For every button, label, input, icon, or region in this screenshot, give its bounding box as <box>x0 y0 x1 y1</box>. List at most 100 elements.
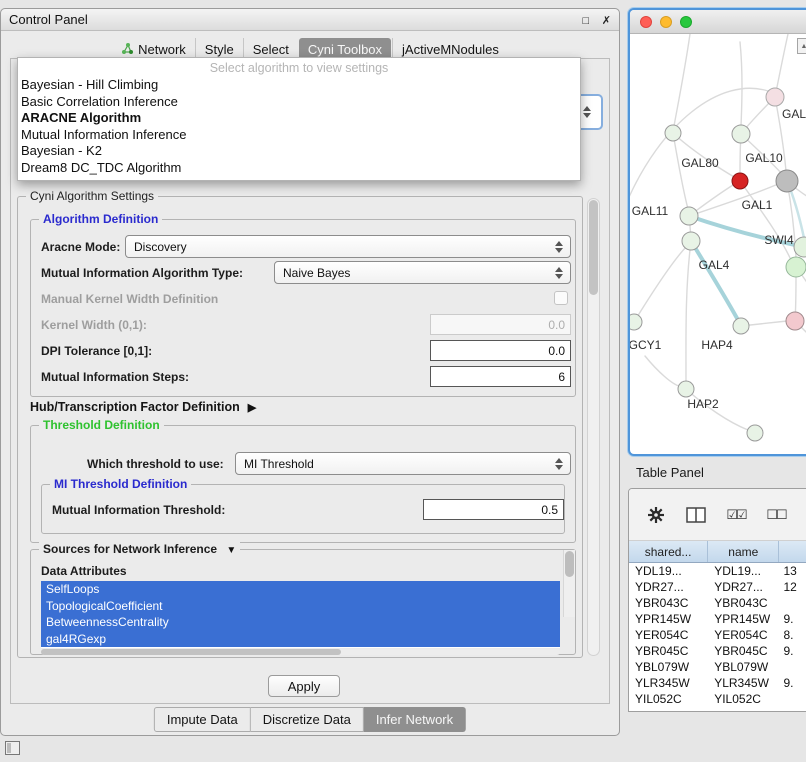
tab-impute-data[interactable]: Impute Data <box>154 707 251 732</box>
network-edge[interactable] <box>630 88 768 204</box>
attribute-betweennesscentrality[interactable]: BetweennessCentrality <box>41 614 560 631</box>
column-header-shared[interactable]: shared... <box>629 541 708 562</box>
mi-algorithm-type-select[interactable]: Naive Bayes <box>274 261 571 284</box>
attribute-gal4rgexp[interactable]: gal4RGexp <box>41 631 560 648</box>
table-cell: 9. <box>779 643 806 659</box>
apply-button[interactable]: Apply <box>268 675 340 697</box>
network-node[interactable] <box>630 314 642 330</box>
close-traffic-light[interactable] <box>640 16 652 28</box>
attribute-list-scrollbar[interactable] <box>563 550 575 617</box>
tab-label: Network <box>138 42 186 57</box>
manual-kernel-checkbox[interactable] <box>554 291 568 305</box>
network-node[interactable] <box>732 173 748 189</box>
sources-title: Sources for Network Inference <box>43 542 217 556</box>
attribute-selfloops[interactable]: SelfLoops <box>41 581 560 598</box>
mi-threshold-input[interactable] <box>423 499 564 520</box>
hub-definition-expander[interactable]: Hub/Transcription Factor Definition ▶ <box>30 400 256 414</box>
network-node[interactable] <box>680 207 698 225</box>
table-row[interactable]: YER054CYER054C8. <box>629 627 806 643</box>
table-cell: YLR345W <box>629 675 708 691</box>
network-edge[interactable] <box>645 356 679 386</box>
network-node[interactable] <box>786 257 806 277</box>
select-all-rows-button[interactable]: ☑☑ <box>723 502 749 528</box>
network-node[interactable] <box>678 381 694 397</box>
network-node[interactable] <box>682 232 700 250</box>
network-window-titlebar[interactable] <box>630 10 806 34</box>
network-edge[interactable] <box>674 34 690 126</box>
network-node[interactable] <box>766 88 784 106</box>
threshold-definition-title: Threshold Definition <box>39 418 164 432</box>
algorithm-dropdown-menu: Select algorithm to view settings Bayesi… <box>17 57 581 181</box>
data-attributes-label: Data Attributes <box>41 564 127 578</box>
attribute-topologicalcoefficient[interactable]: TopologicalCoefficient <box>41 598 560 615</box>
mi-steps-input[interactable] <box>430 366 571 387</box>
table-cell: YBR045C <box>629 643 708 659</box>
window-buttons: □ ✗ <box>574 12 612 27</box>
menu-item-aracne-algorithm[interactable]: ARACNE Algorithm <box>18 110 580 127</box>
table-cell: YBR045C <box>708 643 779 659</box>
network-canvas[interactable]: GAL80GAL10GAL11GAL1SWI4GAL4GCY1HAP4HAP2G… <box>630 34 806 454</box>
table-row[interactable]: YDL19...YDL19...13 <box>629 563 806 579</box>
attribute-list-hscrollbar[interactable] <box>41 649 560 655</box>
table-cell: YDR27... <box>708 579 779 595</box>
aracne-mode-select[interactable]: Discovery <box>125 235 571 258</box>
control-panel-window: Control Panel □ ✗ NetworkStyleSelectCyni… <box>0 8 620 736</box>
menu-item-bayesian-k2[interactable]: Bayesian - K2 <box>18 143 580 160</box>
updown-arrows-icon <box>583 106 592 118</box>
which-threshold-select[interactable]: MI Threshold <box>235 452 571 475</box>
dpi-tolerance-input[interactable] <box>430 340 571 361</box>
kernel-width-label: Kernel Width (0,1): <box>41 318 147 332</box>
network-edge[interactable] <box>740 42 742 126</box>
network-node[interactable] <box>733 318 749 334</box>
node-label: HAP2 <box>687 397 719 411</box>
network-icon <box>121 43 138 55</box>
close-panel-icon[interactable]: ✗ <box>602 15 611 27</box>
network-edge[interactable] <box>691 241 738 320</box>
control-panel-titlebar[interactable]: Control Panel □ ✗ <box>1 9 619 31</box>
menu-item-mutual-information-inference[interactable]: Mutual Information Inference <box>18 127 580 144</box>
table-cell: 9. <box>779 611 806 627</box>
table-cell: YBR043C <box>629 595 708 611</box>
tab-infer-network[interactable]: Infer Network <box>364 707 466 732</box>
table-row[interactable]: YDR27...YDR27...12 <box>629 579 806 595</box>
network-edge[interactable] <box>740 181 791 260</box>
network-node[interactable] <box>732 125 750 143</box>
table-row[interactable]: YBR043CYBR043C <box>629 595 806 611</box>
cyni-algorithm-settings-group: Cyni Algorithm Settings Algorithm Defini… <box>17 196 583 658</box>
column-header-name[interactable]: name <box>708 541 779 562</box>
show-columns-button[interactable] <box>683 502 709 528</box>
network-node[interactable] <box>776 170 798 192</box>
settings-scrollbar[interactable] <box>587 198 600 656</box>
dpi-tolerance-label: DPI Tolerance [0,1]: <box>41 344 152 358</box>
network-edge[interactable] <box>634 247 686 322</box>
network-edge[interactable] <box>686 241 691 381</box>
menu-item-basic-correlation-inference[interactable]: Basic Correlation Inference <box>18 94 580 111</box>
table-row[interactable]: YIL052CYIL052C <box>629 691 806 707</box>
scroll-up-icon[interactable]: ▲ <box>797 38 806 54</box>
zoom-traffic-light[interactable] <box>680 16 692 28</box>
sources-expander[interactable]: Sources for Network Inference ▼ <box>39 542 240 556</box>
column-header-col2[interactable] <box>779 541 806 562</box>
hub-definition-label: Hub/Transcription Factor Definition <box>30 400 240 414</box>
network-node[interactable] <box>665 125 681 141</box>
panel-restore-icon[interactable] <box>5 741 20 755</box>
table-row[interactable]: YBL079WYBL079W <box>629 659 806 675</box>
tab-discretize-data[interactable]: Discretize Data <box>251 707 364 732</box>
table-settings-button[interactable] <box>643 502 669 528</box>
minimize-traffic-light[interactable] <box>660 16 672 28</box>
attribute-list[interactable]: SelfLoopsTopologicalCoefficientBetweenne… <box>41 581 560 648</box>
node-label: GAL10 <box>745 151 783 165</box>
float-panel-icon[interactable]: □ <box>583 15 590 27</box>
network-edge[interactable] <box>775 34 788 97</box>
mi-steps-label: Mutual Information Steps: <box>41 370 189 384</box>
network-node[interactable] <box>747 425 763 441</box>
table-row[interactable]: YBR045CYBR045C9. <box>629 643 806 659</box>
table-row[interactable]: YLR345WYLR345W9. <box>629 675 806 691</box>
menu-item-dream8-dc-tdc-algorithm[interactable]: Dream8 DC_TDC Algorithm <box>18 160 580 177</box>
network-node[interactable] <box>786 312 804 330</box>
table-cell <box>779 659 806 675</box>
settings-group-title: Cyni Algorithm Settings <box>26 189 158 203</box>
menu-item-bayesian-hill-climbing[interactable]: Bayesian - Hill Climbing <box>18 77 580 94</box>
table-row[interactable]: YPR145WYPR145W9. <box>629 611 806 627</box>
deselect-all-rows-button[interactable]: ☐☐ <box>763 502 789 528</box>
